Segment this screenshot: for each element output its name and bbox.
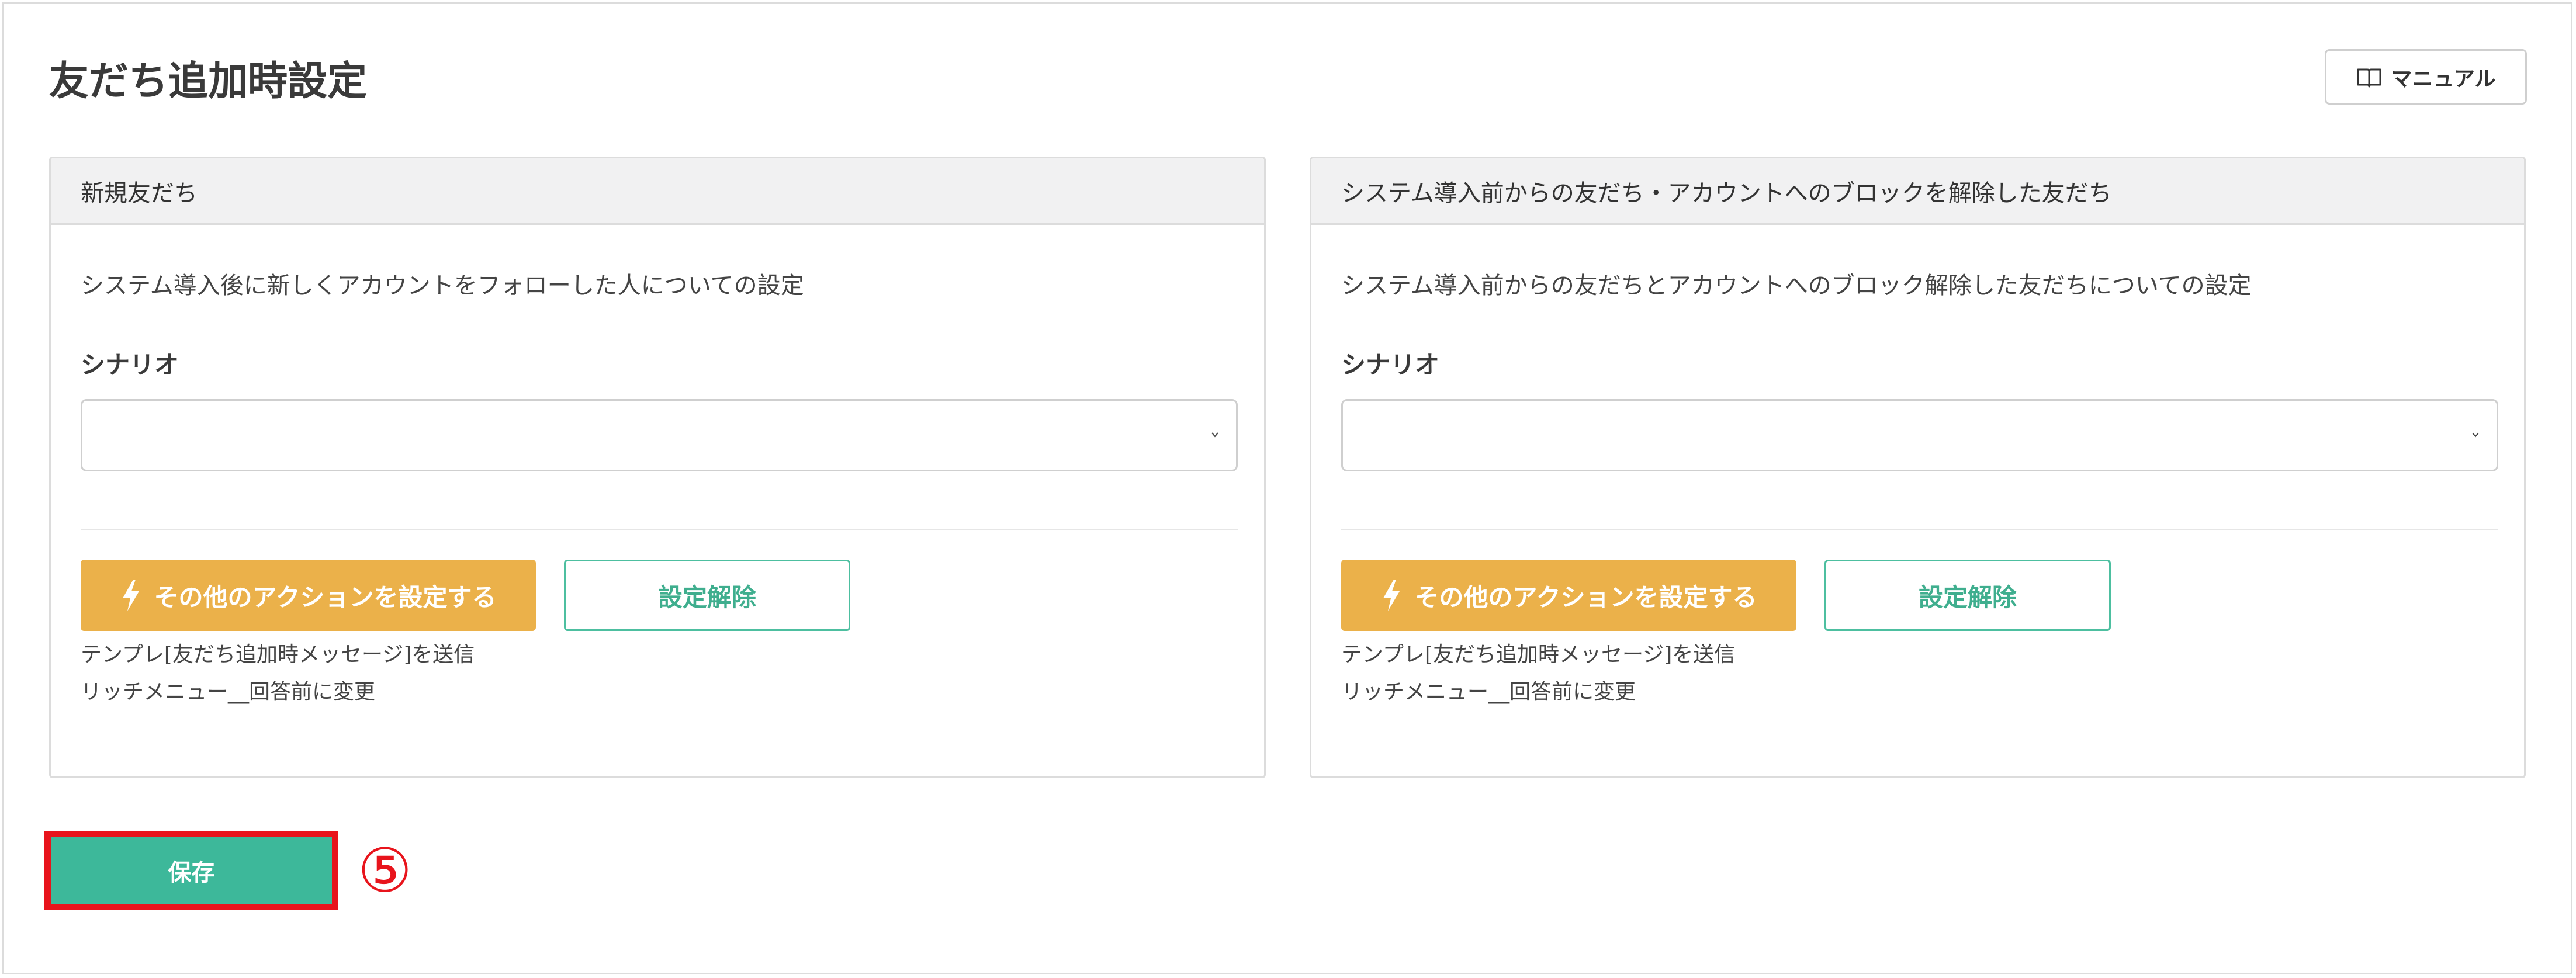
step-marker: ⑤ bbox=[358, 835, 413, 906]
new-friends-card: 新規友だち システム導入後に新しくアカウントをフォローした人についての設定 シナ… bbox=[49, 157, 1266, 778]
save-button[interactable]: 保存 bbox=[51, 837, 332, 904]
card-description: システム導入後に新しくアカウントをフォローした人についての設定 bbox=[81, 272, 804, 299]
lightning-icon bbox=[1383, 580, 1400, 611]
manual-button-label: マニュアル bbox=[2391, 67, 2496, 91]
scenario-label: シナリオ bbox=[81, 351, 179, 379]
card-description: システム導入前からの友だちとアカウントへのブロック解除した友だちについての設定 bbox=[1341, 272, 2252, 299]
other-actions-button[interactable]: その他のアクションを設定する bbox=[81, 560, 536, 631]
action-item: リッチメニュー__回答前に変更 bbox=[1341, 680, 1636, 704]
existing-friends-card: システム導入前からの友だち・アカウントへのブロックを解除した友だち システム導入… bbox=[1310, 157, 2526, 778]
book-icon bbox=[2357, 68, 2381, 87]
page-title: 友だち追加時設定 bbox=[49, 58, 368, 105]
divider bbox=[1341, 529, 2498, 530]
other-actions-label: その他のアクションを設定する bbox=[1414, 582, 1757, 612]
clear-settings-button[interactable]: 設定解除 bbox=[1824, 560, 2111, 631]
action-item: テンプレ[友だち追加時メッセージ]を送信 bbox=[81, 643, 475, 667]
clear-settings-button[interactable]: 設定解除 bbox=[564, 560, 850, 631]
lightning-icon bbox=[122, 580, 139, 611]
card-header: 新規友だち bbox=[51, 158, 1264, 225]
action-item: テンプレ[友だち追加時メッセージ]を送信 bbox=[1341, 643, 1736, 667]
scenario-label: シナリオ bbox=[1341, 351, 1440, 379]
other-actions-label: その他のアクションを設定する bbox=[154, 582, 497, 612]
scenario-select[interactable] bbox=[81, 399, 1238, 471]
other-actions-button[interactable]: その他のアクションを設定する bbox=[1341, 560, 1796, 631]
chevron-down-icon bbox=[1211, 432, 1218, 438]
card-header: システム導入前からの友だち・アカウントへのブロックを解除した友だち bbox=[1311, 158, 2524, 225]
manual-button[interactable]: マニュアル bbox=[2325, 49, 2527, 105]
chevron-down-icon bbox=[2472, 432, 2479, 438]
scenario-select[interactable] bbox=[1341, 399, 2498, 471]
action-item: リッチメニュー__回答前に変更 bbox=[81, 680, 376, 704]
divider bbox=[81, 529, 1238, 530]
